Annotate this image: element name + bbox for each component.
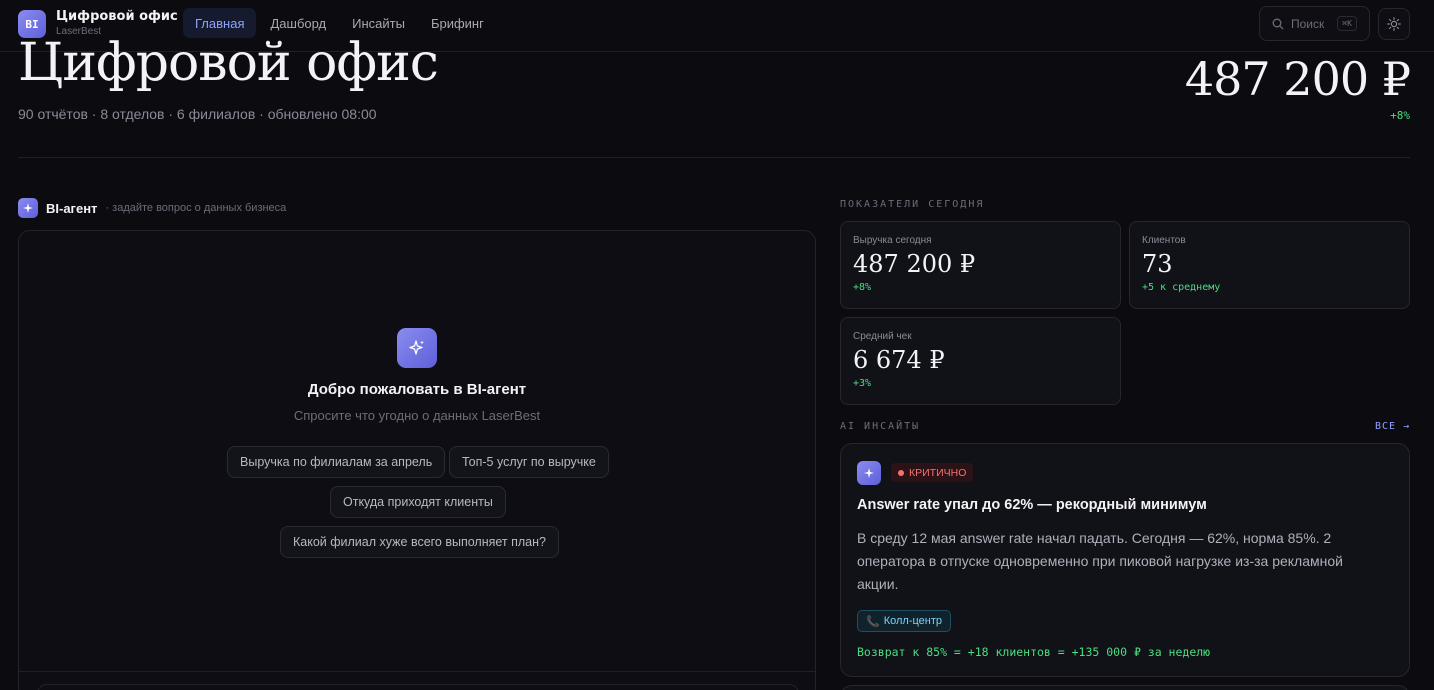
kpi-delta: +8% — [853, 282, 872, 293]
kpi-delta: +3% — [853, 378, 872, 389]
insight-card[interactable]: КРИТИЧНО Answer rate упал до 62% — рекор… — [840, 443, 1410, 677]
suggestion-chip[interactable]: Выручка по филиалам за апрель — [227, 446, 446, 478]
kpi-value: 487 200 ₽ — [853, 250, 976, 278]
kpi-value: 73 — [1142, 250, 1173, 278]
hero-revenue-value: 487 200 ₽ — [1184, 52, 1411, 106]
sparkle-icon — [397, 328, 437, 368]
sun-icon — [1387, 17, 1401, 31]
agent-subtitle: · задайте вопрос о данных бизнеса — [105, 202, 287, 214]
agent-header: BI-агент · задайте вопрос о данных бизне… — [18, 198, 286, 218]
department-tag[interactable]: 📞 Колл-центр — [857, 610, 952, 632]
suggestion-chip[interactable]: Откуда приходят клиенты — [330, 486, 506, 518]
kpi-label: Средний чек — [853, 331, 912, 342]
critical-badge-label: КРИТИЧНО — [909, 466, 967, 479]
suggestion-chip[interactable]: Топ-5 услуг по выручке — [449, 446, 609, 478]
kpi-card-average-check[interactable]: Средний чек 6 674 ₽ +3% — [840, 317, 1121, 405]
welcome-subtitle: Спросите что угодно о данных LaserBest — [293, 408, 541, 423]
kpi-value: 6 674 ₽ — [853, 346, 945, 374]
critical-badge: КРИТИЧНО — [891, 463, 974, 482]
page-subtitle: 90 отчётов · 8 отделов · 6 филиалов · об… — [18, 106, 377, 122]
kpi-label: Клиентов — [1142, 235, 1186, 246]
sparkle-icon — [18, 198, 38, 218]
agent-title: BI-агент — [46, 200, 98, 216]
insights-section-label: AI ИНСАЙТЫ — [840, 421, 921, 432]
status-dot-icon — [898, 469, 904, 476]
chat-input[interactable] — [37, 684, 799, 690]
insight-result: Возврат к 85% = +18 клиентов = +135 000 … — [857, 645, 1211, 659]
insight-title: Answer rate упал до 62% — рекордный мини… — [857, 497, 1207, 513]
kpi-card-clients[interactable]: Клиентов 73 +5 к среднему — [1129, 221, 1410, 309]
agent-chat-panel: Добро пожаловать в BI-агент Спросите что… — [18, 230, 816, 690]
welcome-title: Добро пожаловать в BI-агент — [307, 381, 527, 398]
metrics-section-label: ПОКАЗАТЕЛИ СЕГОДНЯ — [840, 199, 985, 210]
suggestion-chip[interactable]: Какой филиал хуже всего выполняет план? — [280, 526, 559, 558]
brand-title: Цифровой офис — [56, 9, 178, 24]
kpi-label: Выручка сегодня — [853, 235, 932, 246]
sparkle-icon — [857, 461, 881, 485]
kpi-delta: +5 к среднему — [1142, 282, 1221, 293]
insight-card-next[interactable] — [840, 685, 1410, 690]
search-shortcut: ⌘K — [1337, 16, 1357, 31]
search-icon — [1272, 18, 1284, 29]
department-tag-label: Колл-центр — [883, 615, 943, 627]
search-label: Поиск — [1291, 16, 1325, 31]
search-button[interactable]: Поиск ⌘K — [1259, 6, 1370, 41]
page-title: Цифровой офис — [18, 33, 439, 93]
theme-toggle-button[interactable] — [1378, 8, 1410, 40]
insight-body: В среду 12 мая answer rate начал падать.… — [857, 530, 1343, 592]
hero-revenue-delta: +8% — [1390, 109, 1410, 122]
kpi-card-revenue[interactable]: Выручка сегодня 487 200 ₽ +8% — [840, 221, 1121, 309]
insights-all-link[interactable]: ВСЕ → — [1375, 421, 1410, 432]
panel-divider — [19, 671, 815, 672]
hero-divider — [18, 157, 1410, 158]
phone-icon: 📞 — [866, 615, 880, 628]
